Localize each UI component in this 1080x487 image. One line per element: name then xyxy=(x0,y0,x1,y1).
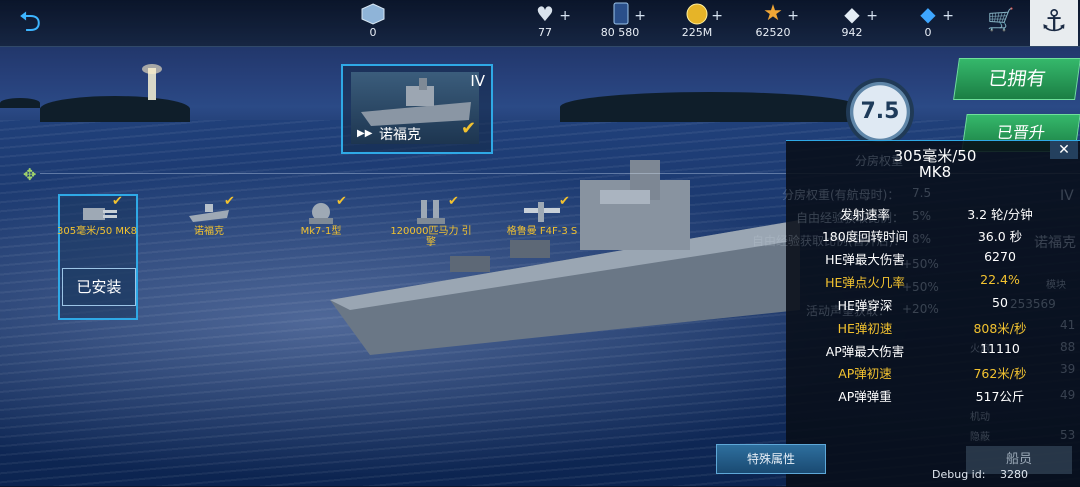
resource-rank: 0 xyxy=(333,2,413,39)
resource-stars-value: 62520 xyxy=(755,26,791,39)
ship-card-name: 诺福克 xyxy=(379,127,421,143)
stat-label: HE弹最大伤害 xyxy=(825,252,905,267)
engine-icon xyxy=(409,196,453,226)
module-fire-control[interactable]: ✔ Mk7-1型 xyxy=(276,194,366,252)
check-icon: ✔ xyxy=(112,194,123,209)
ghost-text: 隐蔽 xyxy=(970,432,990,443)
close-icon[interactable]: ✕ xyxy=(1050,141,1078,159)
ship-turret-front2 xyxy=(450,256,490,272)
check-icon: ✔ xyxy=(461,118,477,139)
ghost-text: 49 xyxy=(1060,388,1076,402)
stat-label: HE弹初速 xyxy=(837,321,893,336)
debug-id-value: 3280 xyxy=(1000,468,1028,481)
stat-value: 22.4% xyxy=(980,272,1020,287)
ghost-text: 53 xyxy=(1060,428,1076,442)
plus-icon[interactable]: + xyxy=(634,8,646,24)
resource-blue-gems-value: 0 xyxy=(924,26,932,39)
back-arrow-icon[interactable]: ⮌ xyxy=(6,4,54,40)
stat-label: 180度回转时间 xyxy=(821,229,909,244)
rank-badge-icon xyxy=(360,2,386,26)
ghost-text: 88 xyxy=(1060,340,1076,354)
stat-value: 762米/秒 xyxy=(973,366,1027,381)
aircraft-icon xyxy=(520,196,564,226)
resource-blue-gems[interactable]: ◆ 0 + xyxy=(888,2,968,39)
heart-icon: ♥ xyxy=(536,2,554,26)
stat-value: 3.2 轮/分钟 xyxy=(967,207,1033,222)
island-left xyxy=(40,96,190,122)
resource-hearts-value: 77 xyxy=(538,26,552,39)
module-main-gun[interactable]: ✔ 305毫米/50 MK8 xyxy=(52,194,142,252)
resource-rank-value: 0 xyxy=(369,26,377,39)
plus-icon[interactable]: + xyxy=(787,8,799,24)
stat-value: 11110 xyxy=(980,341,1020,356)
ghost-text: 39 xyxy=(1060,362,1076,376)
selected-ship-card[interactable]: IV ▶▶ 诺福克 ✔ xyxy=(341,64,493,154)
stat-value: 50 xyxy=(992,295,1008,310)
resource-stars[interactable]: ★ 62520 + xyxy=(733,1,813,40)
shopping-cart-icon[interactable]: 🛒 xyxy=(987,8,1014,33)
plus-icon[interactable]: + xyxy=(711,8,723,24)
stat-label: AP弹最大伤害 xyxy=(825,344,905,359)
module-label: Mk7-1型 xyxy=(300,226,342,237)
ship-funnel xyxy=(600,190,650,204)
module-aircraft[interactable]: ✔ 格鲁曼 F4F-3 S xyxy=(497,194,587,252)
check-icon: ✔ xyxy=(559,194,570,209)
stat-value: 6270 xyxy=(984,249,1016,264)
installed-button[interactable]: 已安装 xyxy=(62,268,136,306)
ship-tier: IV xyxy=(470,72,485,90)
ship-rating-badge: 7.5 xyxy=(846,78,914,146)
card-icon xyxy=(607,2,633,26)
ghost-text: 7.5 xyxy=(912,186,932,200)
blue-gem-icon: ◆ xyxy=(920,2,936,26)
ghost-text: 分房权重(有航母时)： xyxy=(782,188,900,202)
top-bar: ⮌ 0 ♥ 77 + 80 580 + 225M + ★ 62520 + ◆ 9… xyxy=(0,0,1080,47)
ghost-text: IV xyxy=(1060,188,1074,204)
plus-icon[interactable]: + xyxy=(559,8,571,24)
stat-label: HE弹点火几率 xyxy=(825,275,905,290)
resource-gold-value: 225M xyxy=(681,26,713,39)
nation-flag-icon: ▶▶ xyxy=(357,128,373,139)
gold-coin-icon xyxy=(684,2,710,26)
diamond-icon: ◆ xyxy=(844,2,860,26)
resource-cards[interactable]: 80 580 + xyxy=(580,2,660,39)
module-label: 305毫米/50 MK8 xyxy=(57,226,137,237)
stat-value: 36.0 秒 xyxy=(977,229,1023,244)
check-icon: ✔ xyxy=(336,194,347,209)
owned-button[interactable]: 已拥有 xyxy=(953,58,1080,100)
stat-value: 517公斤 xyxy=(975,389,1025,404)
module-label: 120000匹马力 引擎 xyxy=(390,226,472,248)
ghost-text: 机动 xyxy=(970,412,990,423)
resource-cards-value: 80 580 xyxy=(600,26,640,39)
stat-label: HE弹穿深 xyxy=(837,298,893,313)
check-icon: ✔ xyxy=(224,194,235,209)
lighthouse-light-icon xyxy=(142,64,162,74)
module-label: 格鲁曼 F4F-3 S xyxy=(506,226,578,237)
resource-gold[interactable]: 225M + xyxy=(657,2,737,39)
battleship-model xyxy=(330,160,800,355)
plus-icon[interactable]: + xyxy=(942,8,954,24)
debug-id-label: Debug id: xyxy=(932,468,986,481)
anchor-icon[interactable]: ⚓ xyxy=(1030,0,1078,46)
panel-title: 305毫米/50 MK8 xyxy=(893,147,977,181)
stat-value: 808米/秒 xyxy=(973,321,1027,336)
resource-diamonds[interactable]: ◆ 942 + xyxy=(812,2,892,39)
resource-diamonds-value: 942 xyxy=(841,26,863,39)
special-attributes-button[interactable]: 特殊属性 xyxy=(716,444,826,474)
stat-label: 发射速率 xyxy=(839,207,890,222)
resource-hearts[interactable]: ♥ 77 + xyxy=(505,2,585,39)
module-label: 诺福克 xyxy=(194,226,224,237)
stat-label: AP弹弹重 xyxy=(838,389,892,404)
island-far xyxy=(0,98,40,108)
island-right xyxy=(560,92,860,122)
plus-icon[interactable]: + xyxy=(866,8,878,24)
star-icon: ★ xyxy=(763,1,783,26)
stat-label: AP弹初速 xyxy=(838,366,892,381)
module-hull[interactable]: ✔ 诺福克 xyxy=(164,194,254,252)
check-icon: ✔ xyxy=(448,194,459,209)
ghost-text: 41 xyxy=(1060,318,1076,332)
crosshair-icon: ✥ xyxy=(23,165,37,184)
module-engine[interactable]: ✔ 120000匹马力 引擎 xyxy=(386,194,476,252)
